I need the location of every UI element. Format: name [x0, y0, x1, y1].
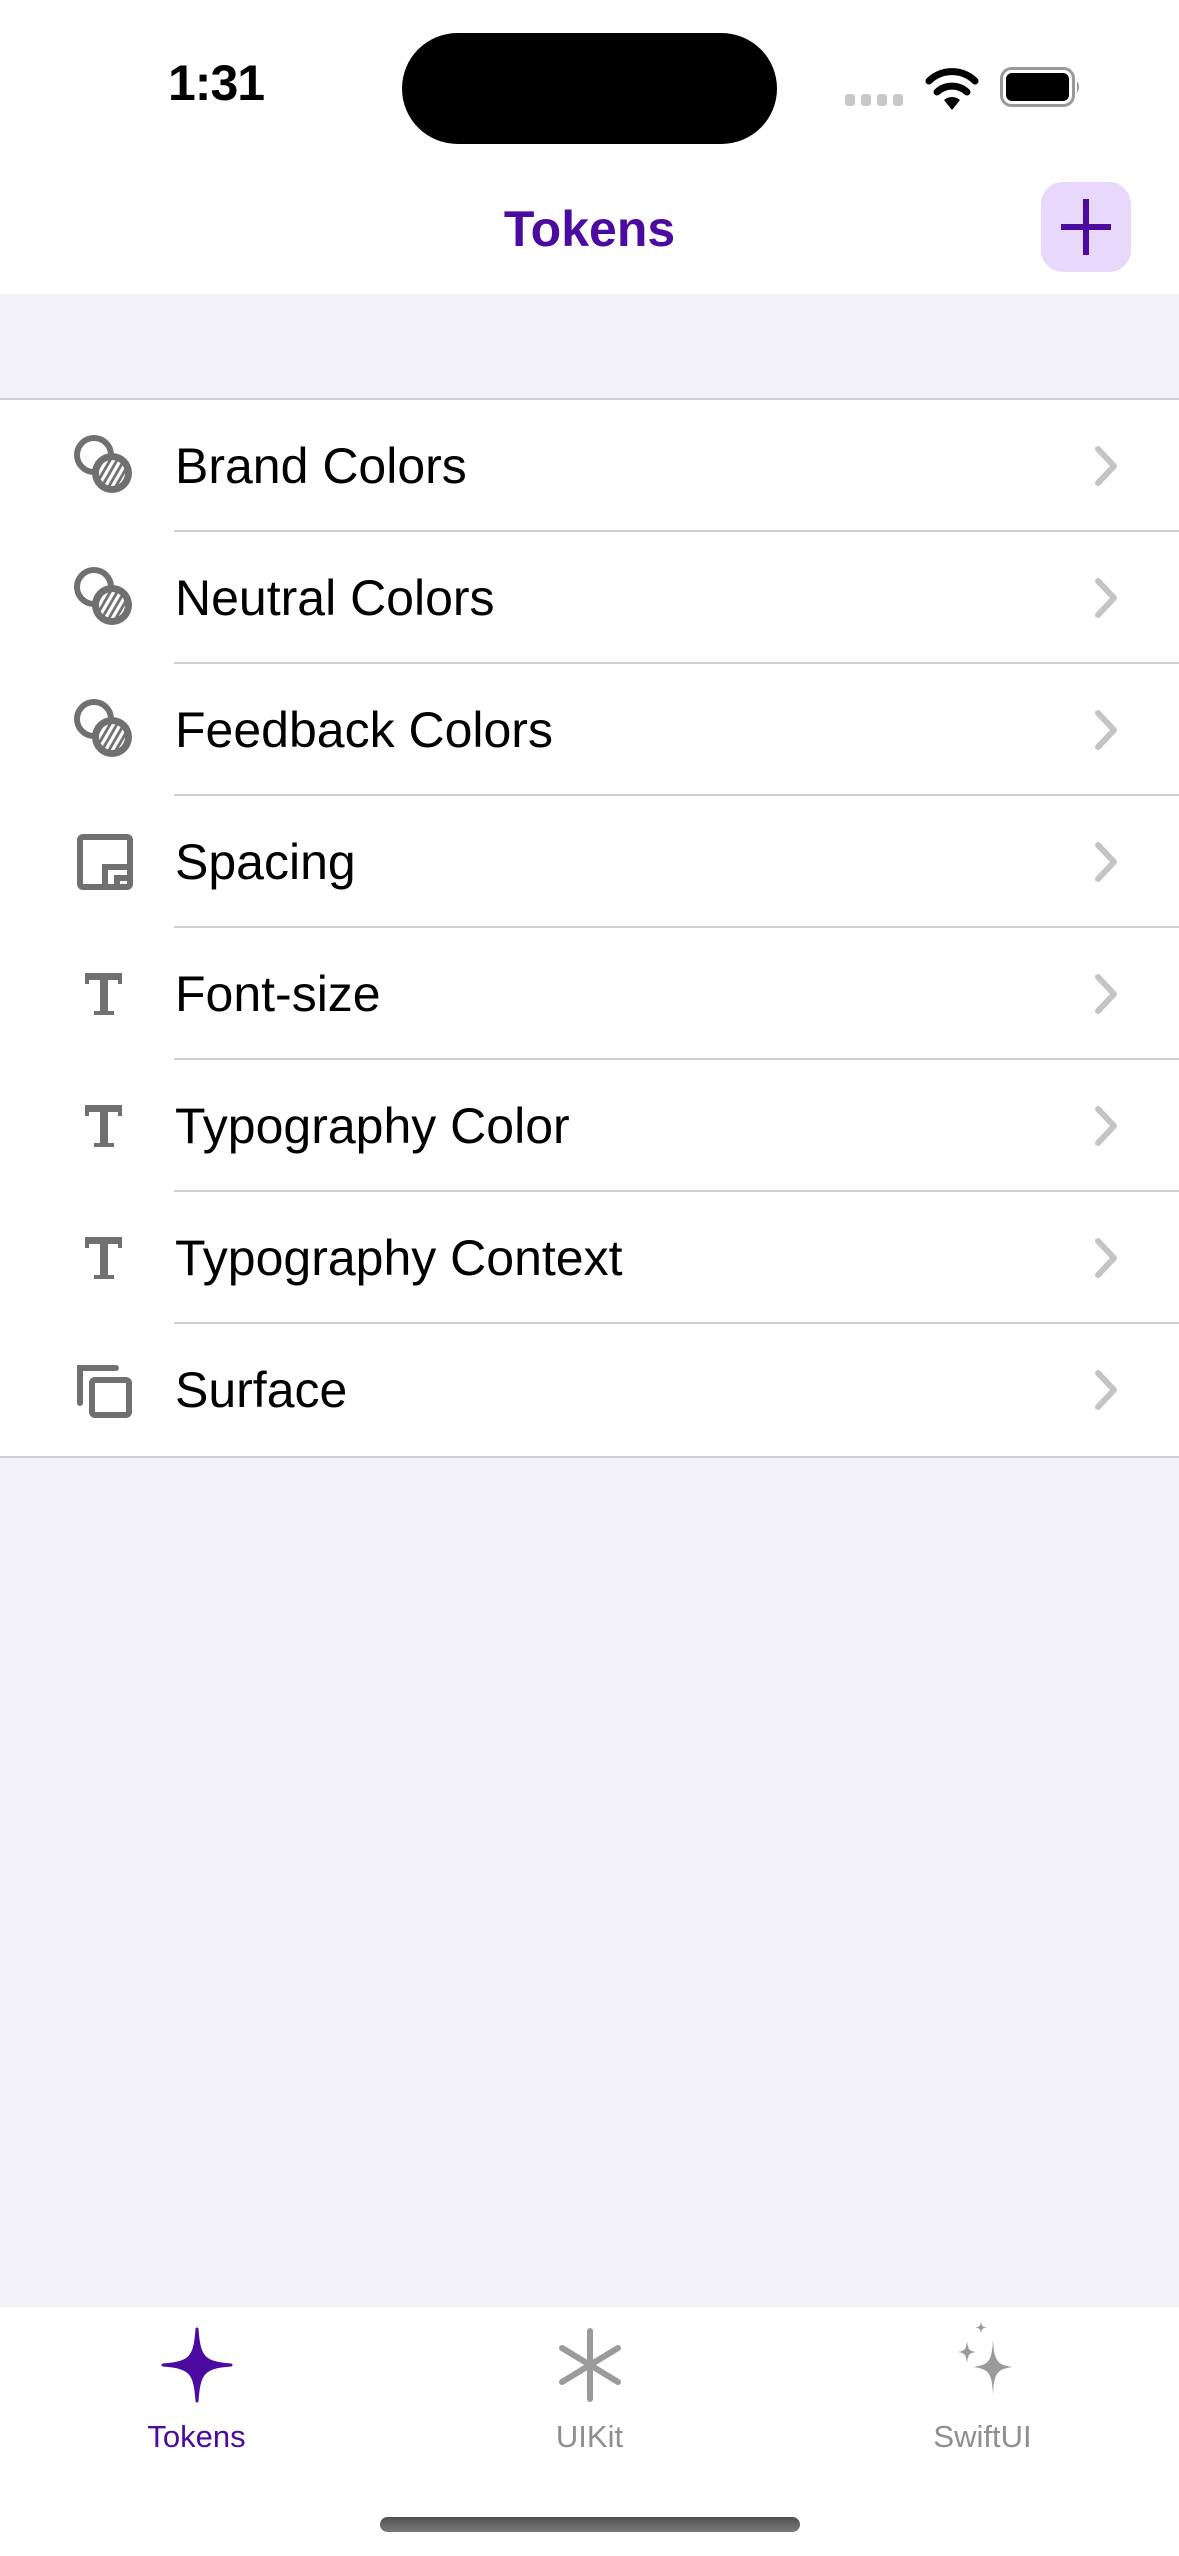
sparkle-icon: [161, 2327, 232, 2403]
list-item-label: Surface: [175, 1362, 348, 1418]
cellular-signal-icon: [845, 94, 903, 106]
tokens-list: Brand Colors Neutral Colors Feedback Col…: [0, 398, 1179, 1458]
tab-label: SwiftUI: [933, 2419, 1032, 2454]
list-item-typography-color[interactable]: Typography Color: [0, 1060, 1179, 1192]
battery-icon: [1000, 67, 1079, 107]
chevron-right-icon: [1095, 578, 1117, 618]
textformat-icon: [85, 1105, 122, 1147]
list-item-brand-colors[interactable]: Brand Colors: [0, 400, 1179, 532]
asterisk-icon: [558, 2328, 621, 2402]
tab-label: UIKit: [555, 2419, 624, 2454]
chevron-right-icon: [1095, 1238, 1117, 1278]
list-item-neutral-colors[interactable]: Neutral Colors: [0, 532, 1179, 664]
textformat-icon: [85, 1237, 122, 1279]
tab-label: Tokens: [147, 2419, 246, 2454]
list-item-typography-context[interactable]: Typography Context: [0, 1192, 1179, 1324]
list-item-label: Feedback Colors: [175, 702, 553, 758]
color-circles-icon: [74, 567, 132, 625]
list-item-label: Spacing: [175, 834, 356, 890]
chevron-right-icon: [1095, 710, 1117, 750]
list-item-label: Typography Context: [175, 1230, 623, 1286]
add-button[interactable]: [1041, 182, 1131, 272]
dynamic-island: [402, 33, 777, 144]
chevron-right-icon: [1095, 1370, 1117, 1410]
tab-uikit[interactable]: UIKit: [393, 2307, 786, 2467]
spacing-square-icon: [77, 834, 133, 890]
wifi-icon: [925, 68, 979, 110]
textformat-icon: [85, 973, 122, 1015]
list-item-label: Brand Colors: [175, 438, 467, 494]
list-item-spacing[interactable]: Spacing: [0, 796, 1179, 928]
status-time: 1:31: [168, 55, 265, 111]
chevron-right-icon: [1095, 842, 1117, 882]
status-bar: 1:31: [0, 0, 1179, 180]
list-item-font-size[interactable]: Font-size: [0, 928, 1179, 1060]
list-item-label: Typography Color: [175, 1098, 570, 1154]
chevron-right-icon: [1095, 1106, 1117, 1146]
list-item-feedback-colors[interactable]: Feedback Colors: [0, 664, 1179, 796]
plus-icon: [1061, 199, 1111, 255]
color-circles-icon: [74, 435, 132, 493]
home-indicator[interactable]: [380, 2517, 800, 2532]
color-circles-icon: [74, 699, 132, 757]
list-item-label: Neutral Colors: [175, 570, 495, 626]
tab-tokens[interactable]: Tokens: [0, 2307, 393, 2467]
sparkles-icon: [957, 2321, 1013, 2395]
list-item-surface[interactable]: Surface: [0, 1324, 1179, 1456]
chevron-right-icon: [1095, 974, 1117, 1014]
stacked-squares-icon: [77, 1365, 132, 1418]
tab-swiftui[interactable]: SwiftUI: [786, 2307, 1179, 2467]
page-title: Tokens: [503, 201, 676, 257]
list-item-label: Font-size: [175, 966, 381, 1022]
chevron-right-icon: [1095, 446, 1117, 486]
